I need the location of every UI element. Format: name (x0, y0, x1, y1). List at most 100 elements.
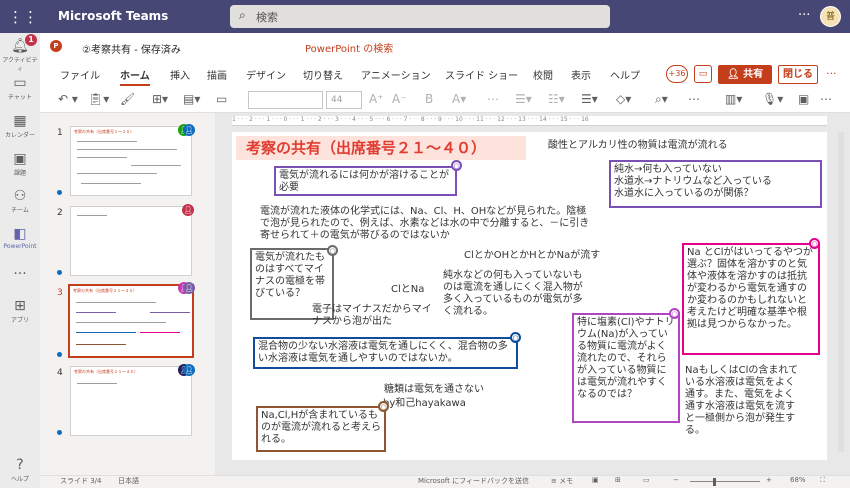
app-launcher-icon[interactable]: ⋮⋮ (8, 7, 38, 27)
tab-transitions[interactable]: 切り替え (303, 67, 343, 82)
dictate-icon[interactable]: 🎙︎▾ (762, 92, 783, 106)
tab-help[interactable]: ヘルプ (610, 67, 640, 82)
text-ions[interactable]: 電流が流れた液体の化学式には、Na、Cl、H、OHなどが見られた。陰極で泡が見ら… (260, 206, 590, 242)
tab-file[interactable]: ファイル (60, 67, 100, 82)
text-pure-water[interactable]: 純水などの何も入っていないものは電流を通しにくく混入物が多く入っているものが電気… (443, 270, 589, 318)
note-box-purple-2[interactable]: 純水→何も入っていない 水道水→ナトリウムなど入っている 水道水に入っているのが… (609, 160, 822, 208)
slide-thumbnail-4[interactable]: 考察の共有（出席番号２１～４０） (70, 366, 192, 436)
sorter-view-icon[interactable]: ⊞ (615, 476, 621, 484)
editor-icon[interactable]: ▣ (798, 92, 809, 106)
rail-assignments[interactable]: ▣ 課題 (0, 151, 40, 177)
text-cl-na[interactable]: ClとNa (391, 284, 424, 296)
comment-indicator (57, 270, 62, 275)
normal-view-icon[interactable]: ▣ (592, 476, 599, 484)
tab-view[interactable]: 表示 (571, 67, 591, 82)
slide-subtitle[interactable]: 酸性とアルカリ性の物質は電流が流れる (548, 140, 728, 152)
feedback-link[interactable]: Microsoft にフィードバックを送信 (418, 476, 529, 486)
shrink-font-icon[interactable]: A⁻ (392, 92, 407, 106)
text-sugar[interactable]: 糖類は電気を通さない (384, 384, 484, 396)
find-icon[interactable]: ⌕▾ (655, 92, 668, 106)
note-box-brown[interactable]: Na,Cl,Hが含まれているものが電流が流れると考えられる。 (256, 406, 386, 452)
text-na-cl[interactable]: NaもしくはClの含まれている水溶液は電気をよく通す。また、電気をよく通す水溶液… (685, 365, 803, 437)
text-electron[interactable]: 電子はマイナスだからマイナスから泡が出た (312, 304, 440, 328)
tab-insert[interactable]: 挿入 (170, 67, 190, 82)
rail-more[interactable]: ··· (0, 266, 40, 282)
text-ions-flow[interactable]: ClとかOHとかHとかNaが流す (464, 250, 600, 262)
toolbar-expand-icon[interactable]: ⋯ (820, 92, 832, 106)
collaborators-count[interactable]: +36 (666, 65, 688, 83)
numbering-icon[interactable]: ☷▾ (548, 92, 565, 106)
slide-thumbnail-3[interactable]: 考察の共有（出席番号２１～４０） (68, 284, 194, 358)
canvas-scrollbar[interactable] (838, 132, 844, 452)
tab-slideshow[interactable]: スライド ショー (445, 67, 518, 82)
share-button[interactable]: 👤︎ 共有 (718, 65, 772, 84)
comment-indicator (57, 190, 62, 195)
slide-title[interactable]: 考察の共有（出席番号２１～４０） (236, 136, 526, 160)
more-font-icon[interactable]: ⋯ (487, 92, 499, 106)
rail-powerpoint[interactable]: ◧ PowerPoint (0, 226, 40, 250)
comments-button[interactable]: ▭ (694, 65, 712, 83)
user-icon: ○ (809, 238, 820, 249)
zoom-in-icon[interactable]: + (766, 476, 772, 484)
user-icon: ○ (669, 308, 680, 319)
rail-help[interactable]: ? ヘルプ (0, 457, 40, 483)
powerpoint-search[interactable]: PowerPoint の検索 (305, 40, 393, 55)
font-size-select[interactable]: 44 (326, 91, 362, 109)
thumb-title: 考察の共有（出席番号１～２０） (74, 129, 134, 134)
close-button[interactable]: 閉じる (778, 65, 818, 84)
comment-indicator (57, 352, 62, 357)
font-color-icon[interactable]: A▾ (452, 92, 466, 106)
designer-icon[interactable]: ▥▾ (725, 92, 742, 106)
fit-slide-icon[interactable]: ⛶ (820, 476, 825, 485)
grow-font-icon[interactable]: A⁺ (369, 92, 384, 106)
paste-icon[interactable]: 📋︎▾ (88, 92, 109, 106)
rail-calendar[interactable]: ▦ カレンダー (0, 113, 40, 139)
note-box-purple[interactable]: 電気が流れるには何かが溶けることが必要 (274, 166, 457, 196)
shape-icon[interactable]: ▭ (216, 92, 227, 106)
avatar[interactable]: 普 (820, 6, 841, 27)
bold-icon[interactable]: B (425, 92, 433, 106)
tab-review[interactable]: 校閲 (533, 67, 553, 82)
tab-home[interactable]: ホーム (120, 67, 150, 86)
more-options-icon-2[interactable]: ⋯ (688, 92, 700, 106)
presence-icon: 👤︎ (183, 364, 195, 376)
new-slide-icon[interactable]: ⊞▾ (152, 92, 168, 106)
format-painter-icon[interactable]: 🖌︎ (120, 92, 135, 106)
thumb-title: 考察の共有（出席番号２１～４０） (74, 369, 138, 374)
document-title[interactable]: ②考察共有 - 保存済み (82, 41, 181, 56)
bullets-icon[interactable]: ☰▾ (515, 92, 532, 106)
align-icon[interactable]: ☰▾ (581, 92, 598, 106)
presence-icon: 👤︎ (183, 282, 195, 294)
zoom-slider-thumb[interactable] (713, 478, 716, 486)
notes-button[interactable]: ≡ メモ (551, 476, 573, 486)
tab-draw[interactable]: 描画 (207, 67, 227, 82)
rail-teams[interactable]: ⚇ チーム (0, 188, 40, 214)
zoom-out-icon[interactable]: − (673, 476, 679, 484)
app-rail (0, 33, 40, 488)
font-name-select[interactable] (248, 91, 323, 109)
thumb-number: 1 (57, 128, 63, 138)
rail-chat[interactable]: ▭ チャット (0, 75, 40, 101)
tab-animations[interactable]: アニメーション (361, 67, 431, 82)
app-title: Microsoft Teams (58, 9, 169, 23)
slide-thumbnail-1[interactable]: 考察の共有（出席番号１～２０） (70, 126, 192, 196)
powerpoint-icon: ◧ (13, 226, 27, 242)
user-icon: ○ (378, 401, 389, 412)
shapes-icon[interactable]: ◇▾ (616, 92, 631, 106)
note-box-blue[interactable]: 混合物の少ない水溶液は電気を通しにくく、混合物の多い水溶液は電気を通しやすいので… (253, 337, 518, 369)
note-box-pink[interactable]: Na とClがはいってるやつが選ぶ？固体を溶かすのと気体や液体を溶かすのは抵抗が… (682, 243, 820, 355)
undo-icon[interactable]: ↶ ▾ (58, 92, 78, 106)
ribbon-more-icon[interactable]: ··· (826, 67, 837, 80)
note-box-magenta[interactable]: 特に塩素(Cl)やナトリウム(Na)が入っている物質に電流がよく流れたので、それ… (572, 313, 680, 423)
search-input[interactable]: ⌕ 検索 (230, 5, 610, 28)
tab-design[interactable]: デザイン (246, 67, 286, 82)
layout-icon[interactable]: ▤▾ (183, 92, 200, 106)
reading-view-icon[interactable]: ▭ (643, 476, 650, 484)
slide-thumbnail-2[interactable] (70, 206, 192, 276)
zoom-slider[interactable] (690, 481, 760, 482)
zoom-level[interactable]: 68% (790, 476, 806, 484)
rail-apps[interactable]: ⊞ アプリ (0, 298, 40, 324)
more-options-icon[interactable]: ··· (798, 8, 810, 23)
language-indicator[interactable]: 日本語 (118, 476, 139, 486)
text-author[interactable]: by和己hayakawa (383, 398, 466, 410)
